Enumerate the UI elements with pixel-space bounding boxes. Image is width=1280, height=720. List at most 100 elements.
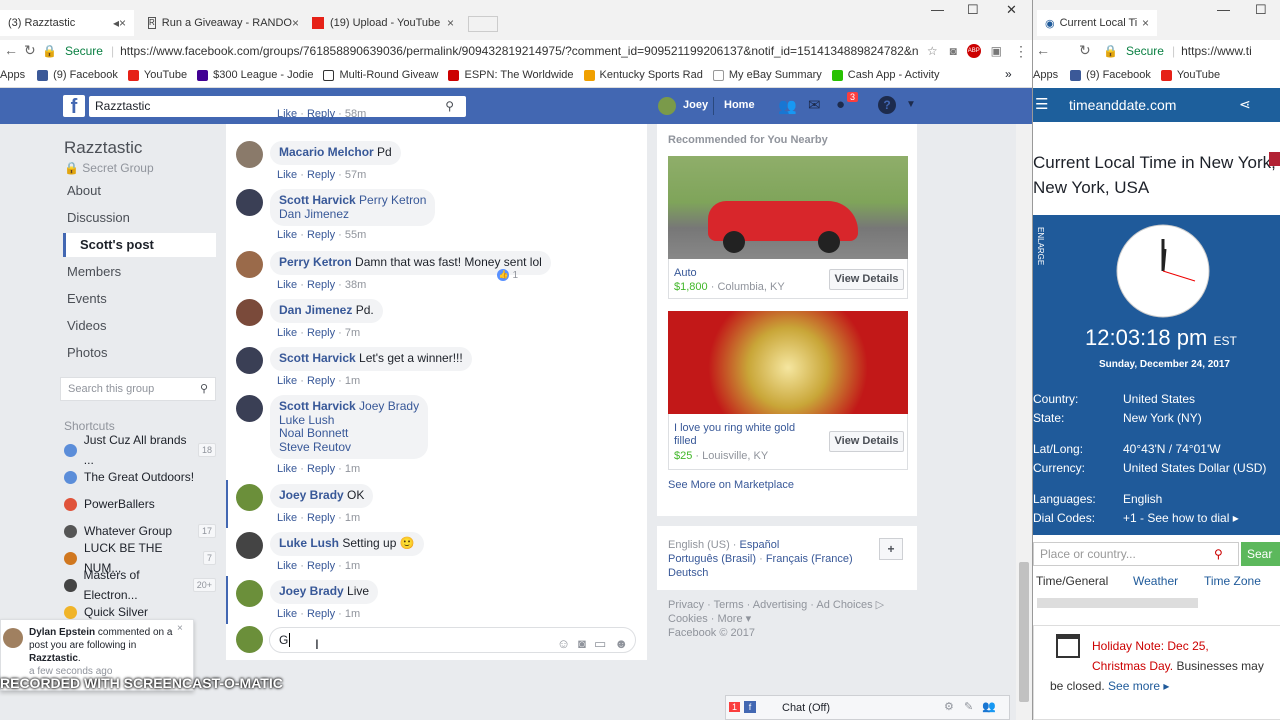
ring-image[interactable] bbox=[668, 311, 908, 414]
bookmark-league[interactable]: $300 League - Jodie bbox=[213, 69, 313, 81]
bookmark-facebook[interactable]: (9) Facebook bbox=[1086, 69, 1151, 81]
commenter-name[interactable]: Joey Brady bbox=[279, 488, 344, 502]
group-search-input[interactable]: Search this group ⚲ bbox=[60, 377, 216, 401]
bookmark-ksr[interactable]: Kentucky Sports Rad bbox=[600, 69, 703, 81]
search-icon[interactable]: ⚲ bbox=[1214, 543, 1223, 565]
bookmark-youtube[interactable]: YouTube bbox=[144, 69, 187, 81]
group-chat-icon[interactable]: 👥 bbox=[982, 700, 996, 713]
reply-button[interactable]: Reply bbox=[307, 375, 335, 387]
emoji-icon[interactable]: ☺ bbox=[557, 632, 570, 656]
avatar[interactable] bbox=[236, 484, 263, 511]
tab-weather[interactable]: Weather bbox=[1133, 574, 1178, 588]
close-icon[interactable]: × bbox=[177, 622, 183, 635]
avatar[interactable] bbox=[236, 347, 263, 374]
avatar[interactable] bbox=[236, 189, 263, 216]
bookmarks-overflow[interactable]: » bbox=[1005, 67, 1012, 81]
mention-tag[interactable]: Perry Ketron bbox=[359, 193, 426, 207]
nav-discussion[interactable]: Discussion bbox=[60, 206, 216, 230]
compose-icon[interactable]: ✎ bbox=[964, 700, 973, 713]
gif-icon[interactable]: ▭ bbox=[594, 632, 606, 656]
language-link[interactable]: Français (France) bbox=[766, 553, 853, 565]
more-link[interactable]: More bbox=[718, 613, 743, 625]
commenter-name[interactable]: Scott Harvick bbox=[279, 193, 356, 207]
enlarge-button[interactable]: ENLARGE bbox=[1036, 227, 1045, 265]
like-button[interactable]: Like bbox=[277, 608, 297, 620]
tab-youtube[interactable]: (19) Upload - YouTube × bbox=[304, 10, 462, 36]
like-button[interactable]: Like bbox=[277, 108, 297, 120]
comment-timestamp[interactable]: 57m bbox=[345, 169, 366, 181]
reload-icon[interactable]: ↻ bbox=[24, 42, 36, 59]
commenter-name[interactable]: Dan Jimenez bbox=[279, 303, 352, 317]
comment-timestamp[interactable]: 55m bbox=[345, 229, 366, 241]
page-scrollbar[interactable] bbox=[1016, 124, 1032, 720]
globe-icon[interactable]: ● bbox=[836, 96, 845, 113]
commenter-name[interactable]: Scott Harvick bbox=[279, 399, 356, 413]
reply-button[interactable]: Reply bbox=[307, 108, 335, 120]
cookies-link[interactable]: Cookies bbox=[668, 613, 708, 625]
hamburger-menu-icon[interactable]: ☰ bbox=[1035, 95, 1048, 113]
like-button[interactable]: Like bbox=[277, 279, 297, 291]
menu-dots-icon[interactable]: ⋮ bbox=[1014, 43, 1028, 60]
place-search-input[interactable]: Place or country... ⚲ bbox=[1033, 542, 1239, 566]
commenter-name[interactable]: Luke Lush bbox=[279, 536, 339, 550]
ad-choices-link[interactable]: Ad Choices bbox=[816, 599, 872, 611]
reply-button[interactable]: Reply bbox=[307, 560, 335, 572]
nav-about[interactable]: About bbox=[60, 179, 216, 203]
tab-close-icon[interactable]: × bbox=[1142, 16, 1149, 30]
profile-link[interactable]: Joey bbox=[683, 99, 708, 111]
tab-timeanddate[interactable]: ◉ Current Local Ti × bbox=[1037, 10, 1157, 36]
mention-tag[interactable]: Steve Reutov bbox=[279, 440, 351, 454]
reply-button[interactable]: Reply bbox=[307, 512, 335, 524]
share-icon[interactable]: ⋖ bbox=[1239, 96, 1251, 113]
comment-timestamp[interactable]: 1m bbox=[345, 375, 360, 387]
commenter-name[interactable]: Joey Brady bbox=[279, 584, 344, 598]
language-link[interactable]: Español bbox=[740, 539, 780, 551]
add-language-button[interactable]: + bbox=[879, 538, 903, 560]
chevron-down-icon[interactable]: ▼ bbox=[906, 99, 916, 110]
star-icon[interactable]: ☆ bbox=[927, 44, 938, 58]
messenger-icon[interactable]: ✉ bbox=[808, 96, 821, 114]
info-value[interactable]: +1 - See how to dial ▸ bbox=[1123, 511, 1239, 525]
bookmark-ebay[interactable]: My eBay Summary bbox=[729, 69, 822, 81]
reload-icon[interactable]: ↻ bbox=[1079, 42, 1091, 59]
bookmark-facebook[interactable]: (9) Facebook bbox=[53, 69, 118, 81]
comment-timestamp[interactable]: 1m bbox=[345, 608, 360, 620]
like-button[interactable]: Like bbox=[277, 375, 297, 387]
bookmark-espn[interactable]: ESPN: The Worldwide bbox=[464, 69, 573, 81]
comment-timestamp[interactable]: 1m bbox=[345, 463, 360, 475]
like-button[interactable]: Like bbox=[277, 463, 297, 475]
listing-title[interactable]: Auto bbox=[674, 267, 697, 279]
comment-timestamp[interactable]: 58m bbox=[345, 108, 366, 120]
group-title[interactable]: Razztastic bbox=[64, 138, 142, 158]
facebook-logo[interactable]: f bbox=[63, 95, 85, 118]
site-logo[interactable]: timeanddate.com bbox=[1069, 97, 1176, 113]
minimize-icon[interactable]: — bbox=[931, 2, 944, 17]
tab-close-icon[interactable]: ◂× bbox=[113, 16, 126, 30]
like-button[interactable]: Like bbox=[277, 229, 297, 241]
mention-tag[interactable]: Noal Bonnett bbox=[279, 426, 348, 440]
nav-members[interactable]: Members bbox=[60, 260, 216, 284]
reply-button[interactable]: Reply bbox=[307, 327, 335, 339]
scroll-thumb[interactable] bbox=[1019, 562, 1029, 702]
shortcut-item[interactable]: Masters of Electron... 20+ bbox=[64, 568, 216, 602]
search-button[interactable]: Sear bbox=[1241, 542, 1280, 566]
avatar[interactable] bbox=[236, 251, 263, 278]
tab-time-general[interactable]: Time/General bbox=[1036, 574, 1108, 588]
address-bar[interactable]: 🔒 Secure | https://www.ti bbox=[1103, 40, 1280, 62]
nav-scotts-post[interactable]: Scott's post bbox=[63, 233, 216, 257]
language-link[interactable]: Deutsch bbox=[668, 567, 708, 579]
tab-scrollbar[interactable] bbox=[1037, 598, 1198, 608]
avatar[interactable] bbox=[236, 141, 263, 168]
like-button[interactable]: Like bbox=[277, 327, 297, 339]
like-button[interactable]: Like bbox=[277, 169, 297, 181]
nav-events[interactable]: Events bbox=[60, 287, 216, 311]
tab-close-icon[interactable]: × bbox=[447, 16, 454, 30]
sticker-icon[interactable]: ☻ bbox=[614, 632, 628, 656]
listing-title[interactable]: I love you ring white gold filled bbox=[674, 422, 814, 448]
shortcut-item[interactable]: PowerBallers bbox=[64, 494, 216, 514]
privacy-link[interactable]: Privacy bbox=[668, 599, 704, 611]
terms-link[interactable]: Terms bbox=[714, 599, 744, 611]
bookmark-apps[interactable]: Apps bbox=[1033, 69, 1058, 81]
camera-icon[interactable]: ◙ bbox=[950, 44, 957, 58]
reply-button[interactable]: Reply bbox=[307, 229, 335, 241]
